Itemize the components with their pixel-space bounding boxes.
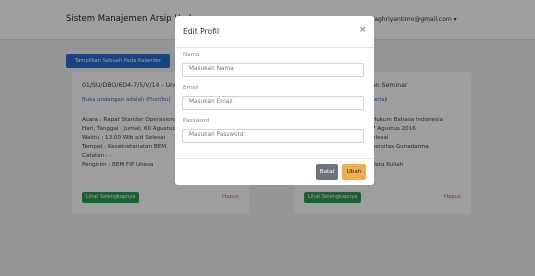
- email-field[interactable]: Masukan Email: [182, 96, 364, 110]
- name-label: Nama: [183, 52, 200, 58]
- edit-profile-modal: Edit Profil × Nama Masukan Nama Email Ma…: [175, 16, 374, 185]
- name-placeholder: Masukan Nama: [189, 66, 234, 72]
- name-field[interactable]: Masukan Nama: [182, 63, 364, 77]
- password-field[interactable]: Masukan Password: [182, 129, 364, 143]
- password-placeholder: Masukan Password: [189, 132, 244, 138]
- cancel-button[interactable]: Batal: [316, 164, 338, 180]
- modal-footer-divider: [175, 158, 374, 159]
- email-placeholder: Masukan Email: [189, 99, 233, 105]
- close-icon[interactable]: ×: [359, 26, 367, 35]
- modal-title: Edit Profil: [183, 27, 220, 36]
- password-label: Password: [183, 118, 210, 124]
- email-label: Email: [183, 85, 199, 91]
- modal-header-divider: [175, 47, 374, 48]
- save-button[interactable]: Ubah: [342, 164, 366, 180]
